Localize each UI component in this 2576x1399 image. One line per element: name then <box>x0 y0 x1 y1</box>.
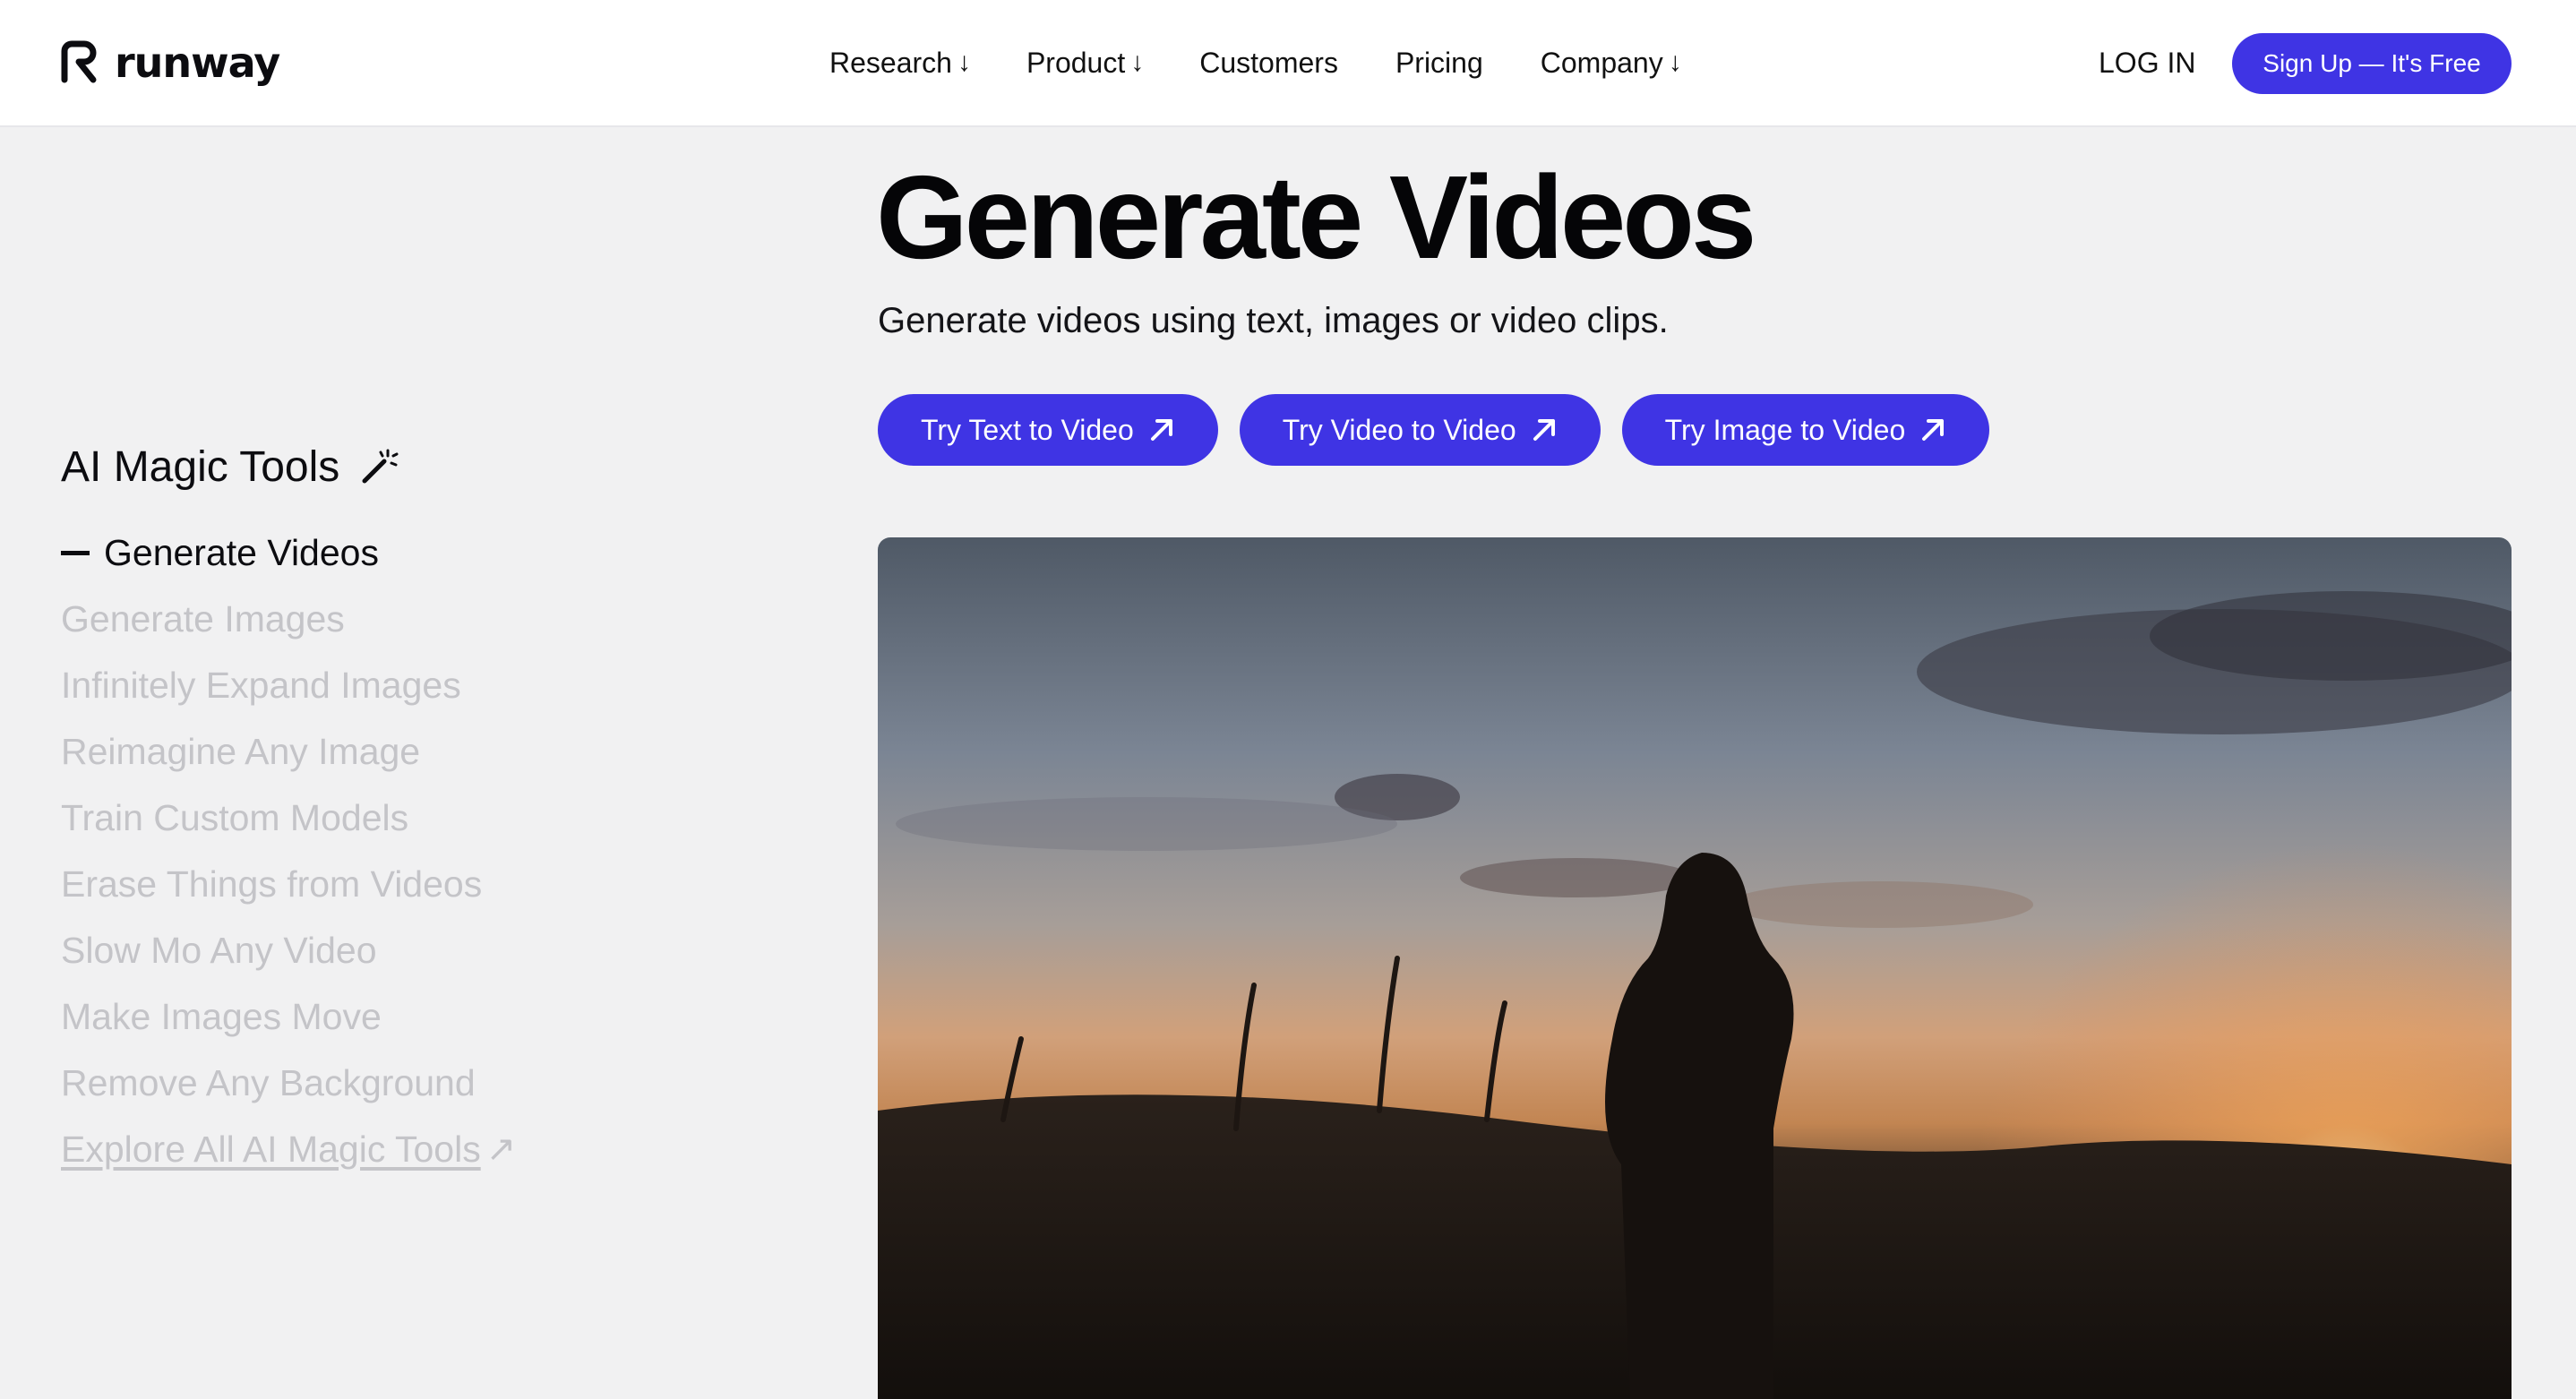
cta-buttons: Try Text to Video Try Video to Video Try… <box>878 394 1990 466</box>
runway-logo[interactable]: runway <box>59 38 280 88</box>
arrow-down-icon: ↓ <box>957 47 971 77</box>
tool-label: Infinitely Expand Images <box>61 664 461 706</box>
page-title: Generate Videos <box>876 151 1756 283</box>
runway-logo-icon <box>61 40 97 83</box>
tool-label: Reimagine Any Image <box>61 730 421 772</box>
nav-customers-label: Customers <box>1199 46 1338 79</box>
tool-make-images-move[interactable]: Make Images Move <box>61 983 688 1050</box>
nav-company[interactable]: Company ↓ <box>1541 47 1682 80</box>
sunset-silhouette-scene <box>878 537 2512 1399</box>
page-subtitle: Generate videos using text, images or vi… <box>878 301 1669 340</box>
tool-slow-mo-any-video[interactable]: Slow Mo Any Video <box>61 917 688 983</box>
login-link[interactable]: LOG IN <box>2099 41 2195 84</box>
tool-label: Make Images Move <box>61 995 382 1037</box>
cta-label: Try Video to Video <box>1282 413 1516 446</box>
try-video-to-video-button[interactable]: Try Video to Video <box>1239 394 1601 466</box>
nav-customers[interactable]: Customers <box>1199 47 1338 80</box>
hero-video[interactable] <box>878 537 2512 1399</box>
tool-label: Slow Mo Any Video <box>61 929 377 971</box>
arrow-up-right-icon <box>1533 419 1555 441</box>
tool-label: Generate Images <box>61 597 345 639</box>
tool-remove-any-background[interactable]: Remove Any Background <box>61 1050 688 1116</box>
cta-label: Try Text to Video <box>921 413 1134 446</box>
tools-list: Generate Videos Generate Images Infinite… <box>61 519 688 1182</box>
tool-generate-videos[interactable]: Generate Videos <box>61 519 688 586</box>
nav-research[interactable]: Research ↓ <box>829 47 971 80</box>
tool-label: Erase Things from Videos <box>61 863 483 905</box>
tool-train-custom-models[interactable]: Train Custom Models <box>61 785 688 851</box>
arrow-down-icon: ↓ <box>1130 47 1145 77</box>
nav-research-label: Research <box>829 46 952 79</box>
tool-generate-images[interactable]: Generate Images <box>61 586 688 652</box>
nav-company-label: Company <box>1540 46 1663 79</box>
arrow-up-right-icon <box>1150 419 1172 441</box>
tool-label: Remove Any Background <box>61 1061 476 1103</box>
arrow-up-right-icon <box>1922 419 1945 441</box>
external-arrow-icon: ↗ <box>485 1129 517 1169</box>
logo-text: runway <box>115 39 280 87</box>
nav-pricing-label: Pricing <box>1395 46 1483 79</box>
explore-label: Explore All AI Magic Tools <box>61 1128 481 1170</box>
sidebar-title-text: AI Magic Tools <box>61 442 340 491</box>
active-indicator <box>61 550 90 555</box>
nav-pricing[interactable]: Pricing <box>1395 47 1483 80</box>
try-image-to-video-button[interactable]: Try Image to Video <box>1621 394 1990 466</box>
nav-product-label: Product <box>1026 46 1126 79</box>
main-nav: Research ↓ Product ↓ Customers Pricing C… <box>829 41 1682 84</box>
nav-product[interactable]: Product ↓ <box>1026 47 1144 80</box>
explore-all-tools-link[interactable]: Explore All AI Magic Tools ↗ <box>61 1116 688 1182</box>
try-text-to-video-button[interactable]: Try Text to Video <box>878 394 1218 466</box>
tool-infinitely-expand-images[interactable]: Infinitely Expand Images <box>61 652 688 718</box>
signup-button[interactable]: Sign Up — It's Free <box>2232 33 2512 94</box>
tool-erase-things-from-videos[interactable]: Erase Things from Videos <box>61 851 688 917</box>
magic-wand-icon <box>362 449 399 484</box>
tool-label: Train Custom Models <box>61 796 409 838</box>
sidebar-title: AI Magic Tools <box>61 435 688 498</box>
tool-reimagine-any-image[interactable]: Reimagine Any Image <box>61 718 688 785</box>
cta-label: Try Image to Video <box>1664 413 1906 446</box>
ai-magic-tools-sidebar: AI Magic Tools Generate Videos Generate … <box>61 435 688 1182</box>
tool-label: Generate Videos <box>104 531 379 573</box>
top-nav-bar: runway Research ↓ Product ↓ Customers Pr… <box>0 0 2576 127</box>
arrow-down-icon: ↓ <box>1668 47 1682 77</box>
